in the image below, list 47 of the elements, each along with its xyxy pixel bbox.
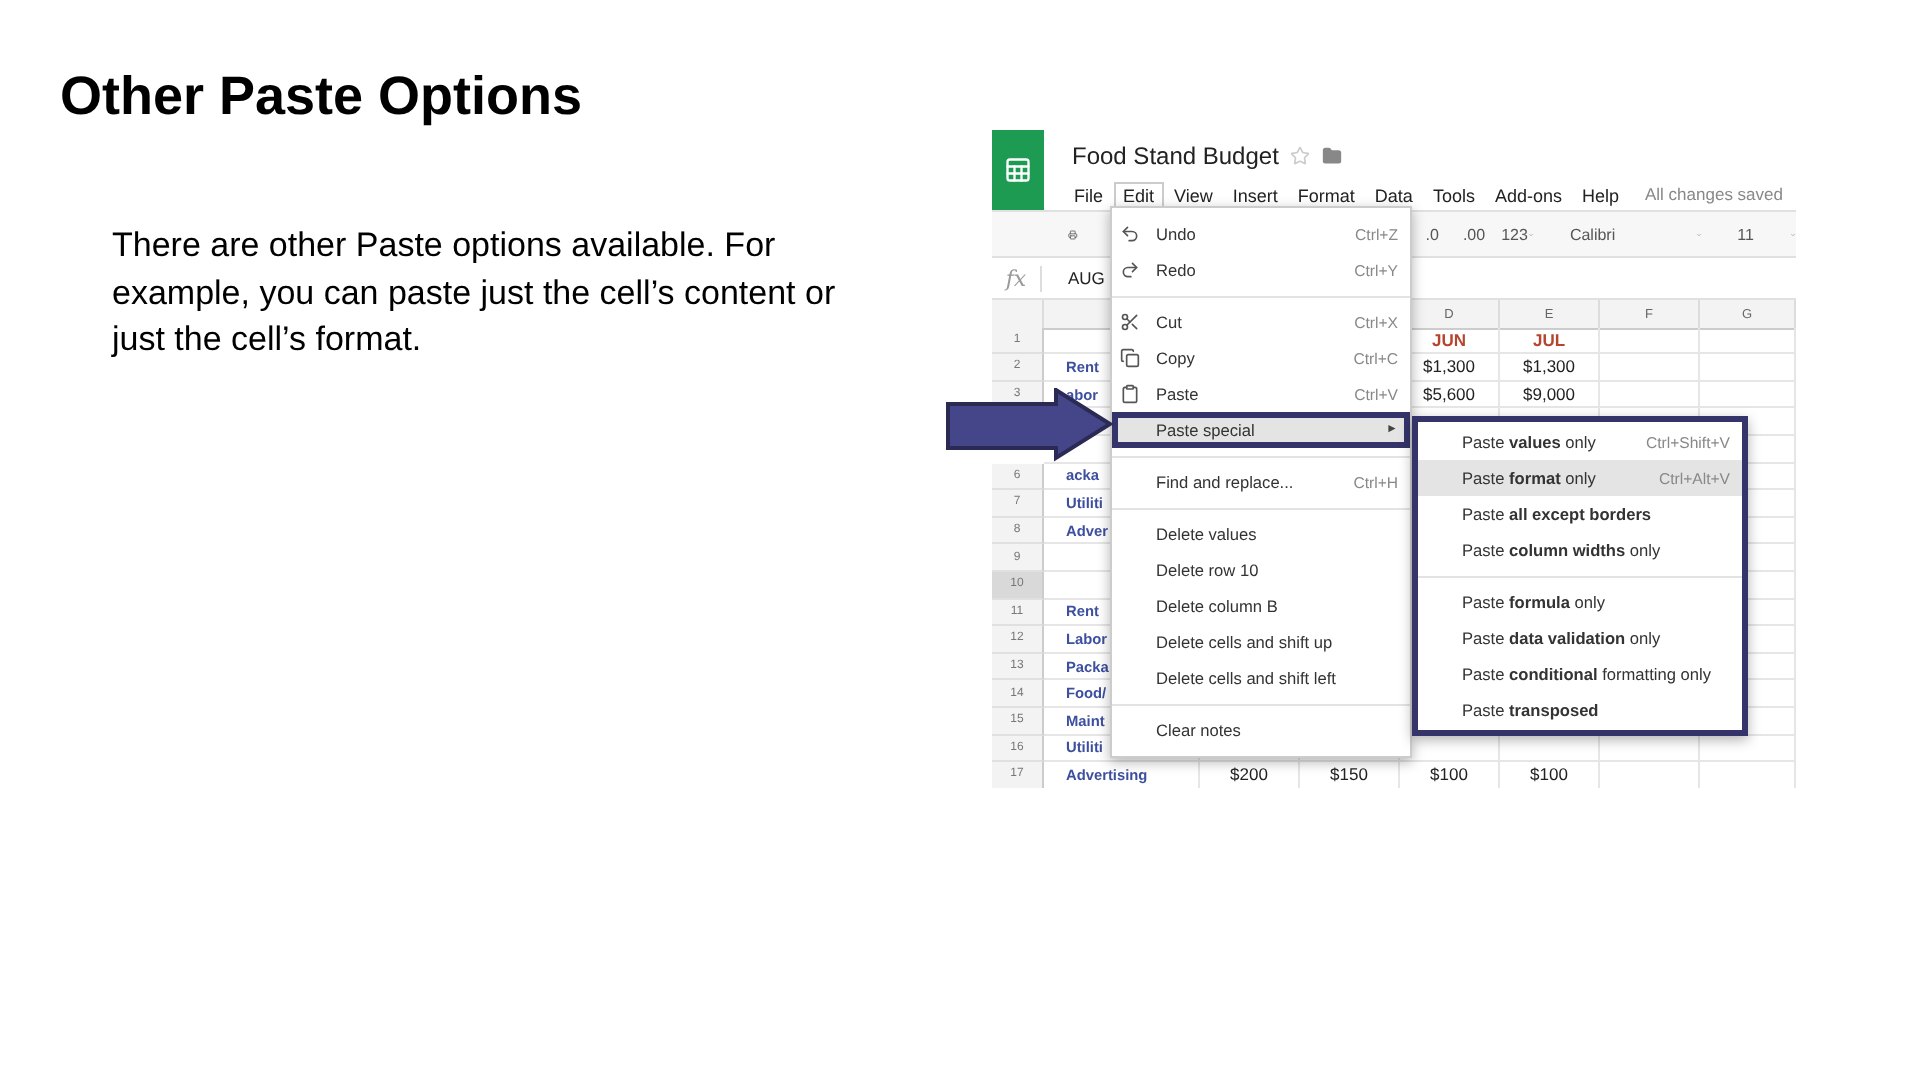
menu-bar-item[interactable]: Data [1364, 181, 1423, 207]
increase-decimal-button[interactable]: .00 [1462, 225, 1486, 243]
menu-bar-item[interactable]: Edit [1113, 181, 1165, 207]
table-cell: $100 [1500, 762, 1600, 788]
table-cell [1700, 354, 1796, 382]
decrease-decimal-button[interactable]: .0 [1425, 225, 1439, 243]
redo-icon [1120, 260, 1140, 280]
menu-item[interactable]: Paste formula only [1418, 584, 1742, 620]
menu-bar-item[interactable]: Add-ons [1484, 181, 1572, 207]
menu-item[interactable]: Paste column widths only [1418, 532, 1742, 568]
scissors-icon [1120, 312, 1140, 332]
menu-item[interactable]: Paste transposed [1418, 692, 1742, 728]
table-cell [1700, 327, 1796, 355]
table-cell: $9,000 [1500, 381, 1600, 409]
slide-body-text: There are other Paste options available. For example, you can paste just the cell’s content or just the cell’s format. [112, 224, 838, 362]
menu-bar-item[interactable]: Tools [1422, 181, 1485, 207]
menu-bar-item[interactable]: View [1164, 181, 1223, 207]
table-cell: $200 [1200, 762, 1300, 788]
formula-value[interactable]: AUG [1068, 268, 1105, 288]
document-title: Food Stand Budget [1072, 142, 1279, 170]
table-cell [1600, 327, 1700, 355]
undo-icon [1120, 224, 1140, 244]
menu-item[interactable]: Delete row 10 [1112, 552, 1410, 588]
menu-bar-item[interactable]: File [1064, 181, 1114, 207]
menu-bar-item[interactable]: Help [1571, 181, 1629, 207]
menu-bar-item[interactable]: Insert [1222, 181, 1288, 207]
table-cell [1600, 354, 1700, 382]
number-format-button[interactable]: 123 [1501, 225, 1528, 243]
table-cell: $150 [1300, 762, 1400, 788]
save-status: All changes saved [1645, 184, 1783, 204]
menu-item[interactable]: Paste all except borders [1418, 496, 1742, 532]
menu-item[interactable]: Paste data validation only [1418, 620, 1742, 656]
fx-label: fx [992, 265, 1042, 291]
table-cell: JUL [1500, 327, 1600, 355]
font-size-dropdown[interactable]: 11 [1737, 225, 1754, 243]
folder-icon[interactable] [1322, 146, 1343, 166]
menu-item[interactable]: Paste conditional formatting only [1418, 656, 1742, 692]
star-icon[interactable] [1290, 146, 1311, 166]
clipboard-icon [1120, 384, 1140, 404]
table-cell: $100 [1400, 762, 1500, 788]
table-cell [1700, 381, 1796, 409]
font-dropdown[interactable]: Calibri [1569, 225, 1616, 243]
table-cell: $1,300 [1500, 354, 1600, 382]
slide-title: Other Paste Options [60, 66, 585, 128]
menu-bar-item[interactable]: Format [1287, 181, 1365, 207]
copy-icon [1120, 348, 1140, 368]
table-cell [1600, 381, 1700, 409]
